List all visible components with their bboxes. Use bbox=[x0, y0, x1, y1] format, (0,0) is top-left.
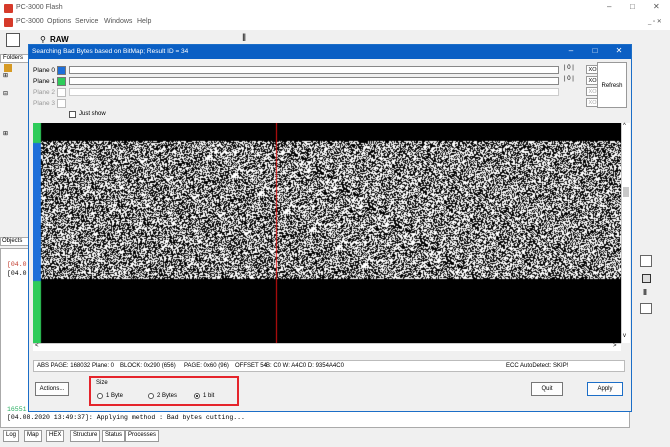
bitmap-view[interactable] bbox=[33, 123, 621, 343]
tab-structure[interactable]: Structure bbox=[70, 430, 101, 442]
bitmap-search-dialog: Searching Bad Bytes based on BitMap; Res… bbox=[28, 44, 632, 412]
apply-button[interactable]: Apply bbox=[587, 382, 623, 396]
objects-tab[interactable]: Objects bbox=[0, 237, 30, 246]
actions-button[interactable]: Actions... bbox=[35, 382, 69, 396]
dialog-minimize-icon[interactable]: – bbox=[563, 46, 579, 57]
bottom-tabs: Log Map HEX Structure Status Processes bbox=[0, 428, 670, 447]
dialog-close-icon[interactable]: ✕ bbox=[611, 46, 627, 57]
dialog-title-bar: Searching Bad Bytes based on BitMap; Res… bbox=[29, 45, 631, 59]
plane-0-bar bbox=[69, 66, 559, 74]
raw-button[interactable]: RAW bbox=[50, 35, 69, 44]
scroll-down-icon[interactable]: v bbox=[623, 333, 626, 339]
close-icon[interactable]: ✕ bbox=[653, 2, 660, 11]
save-icon[interactable] bbox=[6, 33, 20, 47]
scroll-right-icon[interactable]: > bbox=[613, 343, 617, 349]
size-option-1-byte: 1 Byte bbox=[106, 393, 124, 399]
size-radio-1-byte[interactable] bbox=[97, 393, 103, 399]
status-bytes: B: C0 W: A4C0 D: 9354A4C0 bbox=[266, 363, 344, 369]
log-line: [04.08.2020 13:49:37]: Applying method :… bbox=[7, 414, 245, 421]
log-line: [04.0 bbox=[7, 261, 27, 268]
tab-map[interactable]: Map bbox=[24, 430, 42, 442]
app-logo-icon bbox=[4, 4, 13, 13]
menu-app-name[interactable]: PC-3000 bbox=[16, 18, 44, 25]
folder-icon[interactable] bbox=[4, 64, 12, 72]
status-bar: ABS PAGE: 168032 Plane: 0 BLOCK: 0x290 (… bbox=[33, 360, 625, 372]
plane-1-label: Plane 1 bbox=[33, 78, 56, 85]
plane-1-marker: | 0 | bbox=[564, 76, 574, 82]
pause-icon[interactable]: ǁ bbox=[643, 288, 647, 297]
plane-3-label: Plane 3 bbox=[33, 100, 56, 107]
settings-icon[interactable] bbox=[640, 303, 652, 314]
size-radio-2-bytes[interactable] bbox=[148, 393, 154, 399]
bitmap-canvas[interactable] bbox=[33, 123, 621, 343]
scroll-thumb[interactable] bbox=[623, 187, 629, 197]
horizontal-scrollbar[interactable]: < > bbox=[33, 343, 621, 351]
vertical-scrollbar[interactable]: ^ v bbox=[621, 123, 630, 343]
plane-2-color-box[interactable] bbox=[57, 88, 66, 97]
menu-help[interactable]: Help bbox=[137, 18, 151, 25]
size-label: Size bbox=[96, 380, 108, 386]
tree-expand-icon[interactable]: ⊞ bbox=[3, 130, 8, 137]
size-group: Size 1 Byte 2 Bytes 1 bit bbox=[89, 376, 239, 406]
size-option-2-bytes: 2 Bytes bbox=[157, 393, 178, 399]
just-show-checkbox[interactable] bbox=[69, 111, 76, 118]
tree-collapse-icon[interactable]: ⊟ bbox=[3, 90, 8, 97]
mdi-controls[interactable]: _ ▫ ✕ bbox=[648, 18, 662, 25]
status-abs-page: ABS PAGE: 168032 bbox=[37, 363, 91, 369]
app-title-bar: PC-3000 Flash – □ ✕ bbox=[0, 0, 670, 16]
dialog-maximize-icon[interactable]: □ bbox=[587, 46, 603, 57]
maximize-icon[interactable]: □ bbox=[630, 2, 635, 11]
plane-0-label: Plane 0 bbox=[33, 67, 56, 74]
size-radio-1-bit[interactable] bbox=[194, 393, 200, 399]
menu-windows[interactable]: Windows bbox=[104, 18, 132, 25]
size-option-1-bit: 1 bit bbox=[203, 393, 215, 399]
scroll-up-icon[interactable]: ^ bbox=[623, 123, 626, 129]
status-ecc: ECC AutoDetect: SKIP! bbox=[506, 363, 569, 369]
plane-1-color-box[interactable] bbox=[57, 77, 66, 86]
status-page: PAGE: 0x60 (96) bbox=[184, 363, 229, 369]
refresh-button[interactable]: Refresh bbox=[597, 62, 627, 108]
minimize-icon[interactable]: – bbox=[607, 2, 611, 11]
menu-bar: PC-3000 Options Service Windows Help _ ▫… bbox=[0, 16, 670, 30]
plane-0-marker: | 0 | bbox=[564, 65, 574, 71]
bars-icon[interactable]: ǁ bbox=[242, 33, 246, 44]
plane-2-bar bbox=[69, 88, 559, 96]
tab-log[interactable]: Log bbox=[3, 430, 20, 442]
just-show-label: Just show bbox=[79, 111, 106, 117]
plane-2-label: Plane 2 bbox=[33, 89, 56, 96]
folders-tab[interactable]: Folders bbox=[0, 54, 30, 63]
menu-options[interactable]: Options bbox=[47, 18, 71, 25]
log-line: [04.0 bbox=[7, 270, 27, 277]
scroll-left-icon[interactable]: < bbox=[35, 343, 39, 349]
dialog-title: Searching Bad Bytes based on BitMap; Res… bbox=[32, 48, 189, 55]
plane-3-color-box[interactable] bbox=[57, 99, 66, 108]
log-line: 16551 bbox=[7, 406, 27, 413]
tab-status[interactable]: Status bbox=[102, 430, 126, 442]
tree-expand-icon[interactable]: ⊞ bbox=[3, 72, 8, 79]
plane-1-bar bbox=[69, 77, 559, 85]
status-plane: Plane: 0 bbox=[92, 363, 115, 369]
quit-button[interactable]: Quit bbox=[531, 382, 563, 396]
right-panel: ǁ bbox=[630, 50, 670, 445]
plane-0-color-box[interactable] bbox=[57, 66, 66, 75]
status-block: BLOCK: 0x290 (656) bbox=[120, 363, 176, 369]
tab-hex[interactable]: HEX bbox=[46, 430, 65, 442]
tab-processes[interactable]: Processes bbox=[125, 430, 160, 442]
binoculars-icon[interactable]: ⚲ bbox=[40, 35, 46, 44]
copy-icon[interactable] bbox=[640, 255, 652, 267]
status-offset: OFFSET 54 bbox=[235, 363, 267, 369]
app-title: PC-3000 Flash bbox=[16, 4, 63, 11]
app-menu-icon[interactable] bbox=[4, 18, 13, 27]
save-log-icon[interactable] bbox=[642, 274, 651, 283]
menu-service[interactable]: Service bbox=[75, 18, 98, 25]
